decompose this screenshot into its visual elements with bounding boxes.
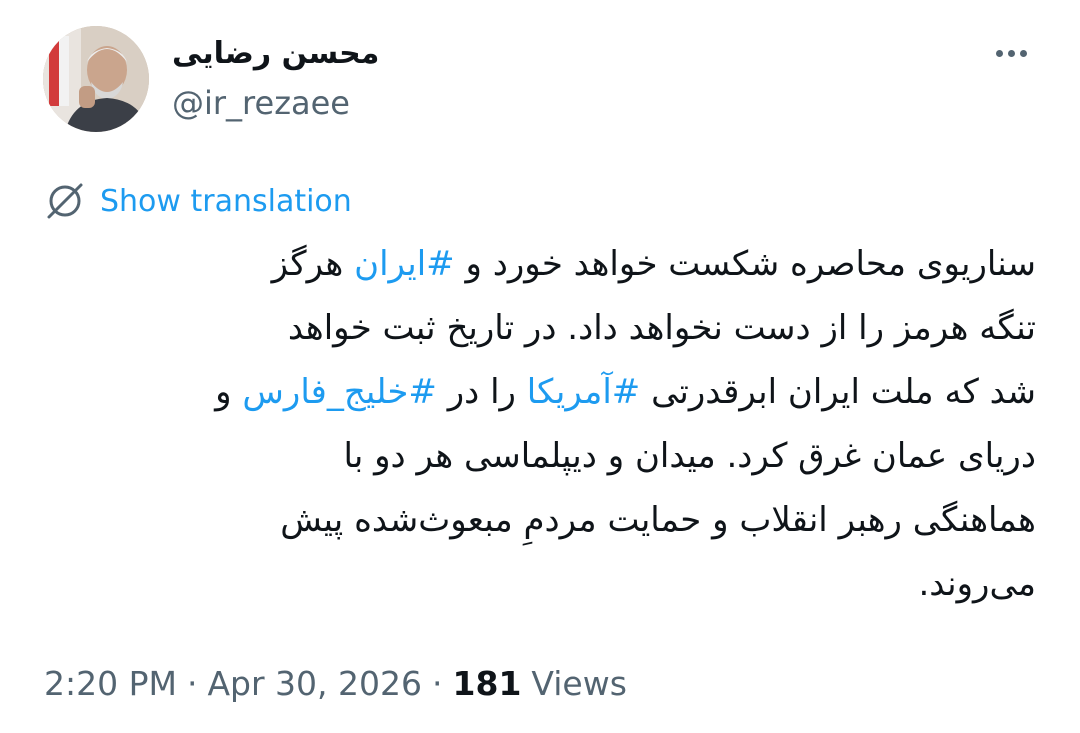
show-translation-button[interactable]: Show translation [44, 180, 352, 222]
hashtag-link[interactable]: #خلیج_فارس [242, 372, 437, 412]
author-name[interactable]: محسن رضایی [172, 36, 379, 71]
tweet-card: محسن رضایی @ir_rezaee Show translation س… [0, 0, 1080, 733]
tweet-line: سناریوی محاصره شکست خواهد خورد و #ایران … [44, 232, 1036, 296]
tweet-time[interactable]: 2:20 PM [44, 664, 177, 703]
tweet-text: سناریوی محاصره شکست خواهد خورد و #ایران … [44, 232, 1036, 616]
more-dot-icon [1019, 49, 1027, 57]
tweet-meta: 2:20 PM · Apr 30, 2026 · 181 Views [44, 664, 627, 703]
show-translation-label: Show translation [100, 183, 352, 219]
avatar-photo [43, 26, 149, 132]
tweet-line: می‌روند. [918, 564, 1036, 604]
tweet-text-segment: سناریوی محاصره شکست خواهد خورد و [454, 244, 1036, 284]
hashtag-link[interactable]: #آمریکا [527, 372, 641, 412]
tweet-text-segment: و [215, 372, 243, 412]
views-label: Views [531, 664, 627, 703]
views-count: 181 [452, 664, 522, 703]
tweet-line: دریای عمان غرق کرد. میدان و دیپلماسی هر … [343, 436, 1036, 476]
tweet-text-segment: هرگز [271, 244, 355, 284]
tweet-line: هماهنگی رهبر انقلاب و حمایت مردمِ مبعوث‌… [280, 500, 1036, 540]
more-dot-icon [1007, 49, 1015, 57]
more-options-button[interactable] [986, 36, 1036, 70]
globe-strike-icon [47, 183, 83, 219]
avatar[interactable] [43, 26, 149, 132]
meta-separator: · [432, 664, 443, 703]
tweet-date[interactable]: Apr 30, 2026 [207, 664, 422, 703]
author-handle[interactable]: @ir_rezaee [172, 84, 350, 122]
more-dot-icon [995, 49, 1003, 57]
tweet-text-segment: شد که ملت ایران ابرقدرتی [640, 372, 1036, 412]
hashtag-link[interactable]: #ایران [354, 244, 455, 284]
meta-separator: · [186, 664, 198, 703]
tweet-text-segment: را در [436, 372, 527, 412]
tweet-line: شد که ملت ایران ابرقدرتی #آمریکا را در #… [44, 360, 1036, 424]
tweet-line: تنگه هرمز را از دست نخواهد داد. در تاریخ… [287, 308, 1036, 348]
